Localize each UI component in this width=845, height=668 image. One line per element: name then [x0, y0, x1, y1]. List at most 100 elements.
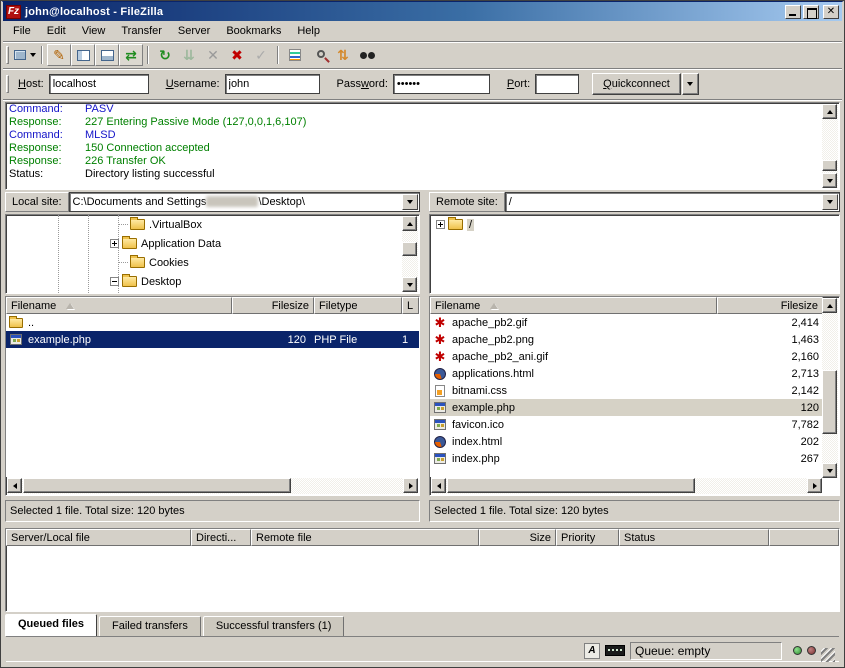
- file-row[interactable]: bitnami.css2,142: [430, 382, 823, 399]
- local-site-dropdown-button[interactable]: [402, 194, 418, 210]
- column-header-status[interactable]: Status: [619, 529, 769, 546]
- scroll-right-button[interactable]: [807, 478, 822, 493]
- file-row-example-php[interactable]: example.php 120 PHP File 1: [6, 331, 419, 348]
- maximize-button[interactable]: [803, 5, 819, 19]
- collapse-icon[interactable]: [110, 277, 119, 286]
- scroll-down-button[interactable]: [822, 173, 837, 188]
- tree-item[interactable]: Desktop: [6, 272, 419, 291]
- scroll-up-button[interactable]: [822, 104, 837, 119]
- tree-item[interactable]: Cookies: [6, 253, 419, 272]
- file-row[interactable]: favicon.ico7,782: [430, 416, 823, 433]
- menu-file[interactable]: File: [5, 22, 39, 40]
- reconnect-button[interactable]: ✓: [249, 44, 273, 66]
- column-header-filename[interactable]: Filename: [6, 297, 232, 314]
- tab-queued-files[interactable]: Queued files: [5, 614, 97, 636]
- file-row[interactable]: index.php267: [430, 450, 823, 467]
- directory-filters-button[interactable]: [283, 44, 307, 66]
- scroll-up-button[interactable]: [402, 216, 417, 231]
- process-queue-button[interactable]: ⇊: [177, 44, 201, 66]
- remote-site-combobox[interactable]: /: [505, 192, 840, 212]
- scroll-left-button[interactable]: [7, 478, 22, 493]
- resize-grip[interactable]: [821, 648, 835, 662]
- menu-server[interactable]: Server: [170, 22, 218, 40]
- scrollbar-thumb[interactable]: [402, 242, 417, 256]
- scroll-up-button[interactable]: [822, 298, 837, 313]
- remote-directory-tree[interactable]: /: [429, 214, 840, 294]
- toggle-message-log-button[interactable]: ✎: [47, 44, 71, 66]
- local-file-list[interactable]: Filename Filesize Filetype L .. example.…: [5, 296, 420, 496]
- remote-horizontal-scrollbar[interactable]: [431, 478, 822, 494]
- column-header-priority[interactable]: Priority: [556, 529, 619, 546]
- menu-transfer[interactable]: Transfer: [113, 22, 170, 40]
- tab-failed-transfers[interactable]: Failed transfers: [99, 616, 201, 636]
- speed-limit-indicator-icon[interactable]: [605, 645, 625, 656]
- remote-vertical-scrollbar[interactable]: [822, 298, 838, 478]
- column-header-remote-file[interactable]: Remote file: [251, 529, 479, 546]
- column-header-size[interactable]: Size: [479, 529, 556, 546]
- remote-site-dropdown-button[interactable]: [822, 194, 838, 210]
- quickconnect-dropdown-button[interactable]: [682, 73, 699, 95]
- tree-item-root[interactable]: /: [430, 215, 839, 234]
- synchronized-browsing-button[interactable]: ⇅: [331, 44, 355, 66]
- cancel-button[interactable]: ✕: [201, 44, 225, 66]
- menu-help[interactable]: Help: [289, 22, 328, 40]
- quickconnect-grip[interactable]: [6, 75, 9, 93]
- column-header-server-local-file[interactable]: Server/Local file: [6, 529, 191, 546]
- file-row-example-php[interactable]: example.php120: [430, 399, 823, 416]
- scroll-right-button[interactable]: [403, 478, 418, 493]
- column-header-filesize[interactable]: Filesize: [717, 297, 823, 314]
- scrollbar-thumb[interactable]: [822, 370, 837, 434]
- port-input[interactable]: [535, 74, 579, 94]
- column-header-filesize[interactable]: Filesize: [232, 297, 314, 314]
- file-row[interactable]: applications.html2,713: [430, 365, 823, 382]
- filezilla-logo-icon[interactable]: Fz: [6, 5, 21, 19]
- disconnect-button[interactable]: ✖: [225, 44, 249, 66]
- column-header-direction[interactable]: Directi...: [191, 529, 251, 546]
- local-site-combobox[interactable]: C:\Documents and Settings\Desktop\: [69, 192, 420, 212]
- tab-successful-transfers[interactable]: Successful transfers (1): [203, 616, 345, 636]
- transfer-type-indicator-icon[interactable]: A: [584, 643, 600, 659]
- column-header-filename[interactable]: Filename: [430, 297, 717, 314]
- find-files-button[interactable]: [355, 44, 379, 66]
- queue-list[interactable]: Server/Local file Directi... Remote file…: [5, 528, 840, 612]
- host-input[interactable]: [49, 74, 149, 94]
- site-manager-button[interactable]: [13, 44, 37, 66]
- scrollbar-thumb[interactable]: [447, 478, 695, 493]
- close-button[interactable]: [823, 5, 839, 19]
- menu-edit[interactable]: Edit: [39, 22, 74, 40]
- file-row[interactable]: index.html202: [430, 433, 823, 450]
- password-input[interactable]: [393, 74, 490, 94]
- quickconnect-button[interactable]: Quickconnect: [592, 73, 681, 95]
- toggle-local-tree-button[interactable]: [71, 44, 95, 66]
- file-row[interactable]: ✱apache_pb2_ani.gif2,160: [430, 348, 823, 365]
- directory-comparison-button[interactable]: [307, 44, 331, 66]
- scroll-left-button[interactable]: [431, 478, 446, 493]
- username-input[interactable]: [225, 74, 320, 94]
- scroll-down-button[interactable]: [822, 463, 837, 478]
- file-row[interactable]: ✱apache_pb2.gif2,414: [430, 314, 823, 331]
- menu-view[interactable]: View: [74, 22, 114, 40]
- refresh-button[interactable]: ↻: [153, 44, 177, 66]
- log-vertical-scrollbar[interactable]: [822, 104, 838, 188]
- tree-item[interactable]: Application Data: [6, 234, 419, 253]
- column-header-filetype[interactable]: Filetype: [314, 297, 402, 314]
- toggle-queue-button[interactable]: ⇄: [119, 44, 143, 66]
- toolbar-grip[interactable]: [6, 46, 9, 64]
- expand-icon[interactable]: [110, 239, 119, 248]
- scrollbar-thumb[interactable]: [822, 160, 837, 171]
- minimize-button[interactable]: [785, 5, 801, 19]
- remote-file-list[interactable]: Filename Filesize ✱apache_pb2.gif2,414 ✱…: [429, 296, 840, 496]
- menu-bookmarks[interactable]: Bookmarks: [218, 22, 289, 40]
- scrollbar-thumb[interactable]: [23, 478, 291, 493]
- message-log[interactable]: Command:PASV Response:227 Entering Passi…: [5, 102, 840, 190]
- column-header-modified[interactable]: L: [402, 297, 419, 314]
- local-horizontal-scrollbar[interactable]: [7, 478, 418, 494]
- file-row-parent-dir[interactable]: ..: [6, 314, 419, 331]
- toggle-remote-tree-button[interactable]: [95, 44, 119, 66]
- file-row[interactable]: ✱apache_pb2.png1,463: [430, 331, 823, 348]
- local-tree-vertical-scrollbar[interactable]: [402, 216, 418, 292]
- scroll-down-button[interactable]: [402, 277, 417, 292]
- expand-icon[interactable]: [436, 220, 445, 229]
- local-directory-tree[interactable]: .VirtualBox Application Data Cookies Des…: [5, 214, 420, 294]
- tree-item[interactable]: .VirtualBox: [6, 215, 419, 234]
